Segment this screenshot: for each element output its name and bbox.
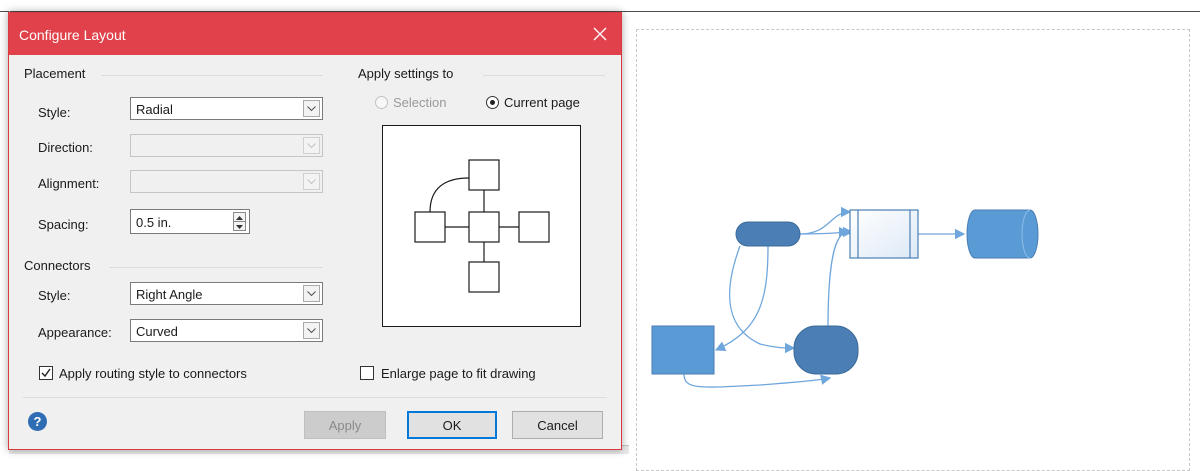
placement-group-divider <box>101 75 323 76</box>
help-icon: ? <box>33 414 42 429</box>
chevron-down-icon <box>303 322 320 339</box>
connectors-group-label: Connectors <box>24 258 95 273</box>
process-shape[interactable] <box>651 325 715 375</box>
connector-style-label: Style: <box>38 288 71 303</box>
ok-button[interactable]: OK <box>407 411 497 439</box>
appearance-value: Curved <box>136 324 178 339</box>
apply-settings-group-divider <box>483 75 605 76</box>
placement-style-label: Style: <box>38 105 71 120</box>
spacing-label: Spacing: <box>38 217 89 232</box>
apply-button[interactable]: Apply <box>304 411 386 439</box>
selection-radio[interactable] <box>375 96 388 109</box>
chevron-down-icon <box>303 285 320 302</box>
spacing-spinbox[interactable]: 0.5 in. <box>130 209 250 234</box>
spin-down-icon[interactable] <box>234 222 245 231</box>
direction-dropdown[interactable] <box>130 134 323 157</box>
configure-layout-dialog: Configure Layout Placement Style: Radial… <box>8 12 622 450</box>
apply-routing-checkbox[interactable] <box>39 366 53 380</box>
direct-data-shape[interactable] <box>966 209 1039 259</box>
current-page-radio[interactable] <box>486 96 499 109</box>
placement-group-label: Placement <box>24 66 90 81</box>
dialog-title: Configure Layout <box>19 27 126 43</box>
selection-radio-label[interactable]: Selection <box>393 95 446 110</box>
predefined-process-shape[interactable] <box>849 209 919 259</box>
terminator-shape[interactable] <box>735 221 801 247</box>
enlarge-page-checkbox[interactable] <box>360 366 374 380</box>
spacing-stepper[interactable] <box>233 212 246 231</box>
appearance-dropdown[interactable]: Curved <box>130 319 323 342</box>
connector-style-value: Right Angle <box>136 287 203 302</box>
chevron-down-icon <box>303 137 320 154</box>
enlarge-page-label[interactable]: Enlarge page to fit drawing <box>381 366 536 381</box>
alignment-dropdown[interactable] <box>130 170 323 193</box>
dialog-titlebar[interactable]: Configure Layout <box>9 13 621 55</box>
placement-style-value: Radial <box>136 102 173 117</box>
alignment-label: Alignment: <box>38 176 100 191</box>
connectors-group-divider <box>109 267 323 268</box>
rounded-decision-shape[interactable] <box>793 325 859 375</box>
help-button[interactable]: ? <box>28 412 47 431</box>
close-icon <box>593 27 607 41</box>
radial-layout-preview-graphic <box>414 159 550 293</box>
appearance-label: Appearance: <box>38 325 112 340</box>
placement-style-dropdown[interactable]: Radial <box>130 97 323 120</box>
layout-preview <box>382 125 581 327</box>
cancel-button[interactable]: Cancel <box>512 411 603 439</box>
close-button[interactable] <box>579 13 621 55</box>
chevron-down-icon <box>303 173 320 190</box>
footer-divider <box>23 397 607 398</box>
checkmark-icon <box>41 368 51 378</box>
spacing-value: 0.5 in. <box>136 215 172 230</box>
apply-settings-group-label: Apply settings to <box>358 66 458 81</box>
direction-label: Direction: <box>38 140 93 155</box>
chevron-down-icon <box>303 100 320 117</box>
current-page-radio-label[interactable]: Current page <box>504 95 580 110</box>
apply-routing-label[interactable]: Apply routing style to connectors <box>59 366 247 381</box>
connector-style-dropdown[interactable]: Right Angle <box>130 282 323 305</box>
